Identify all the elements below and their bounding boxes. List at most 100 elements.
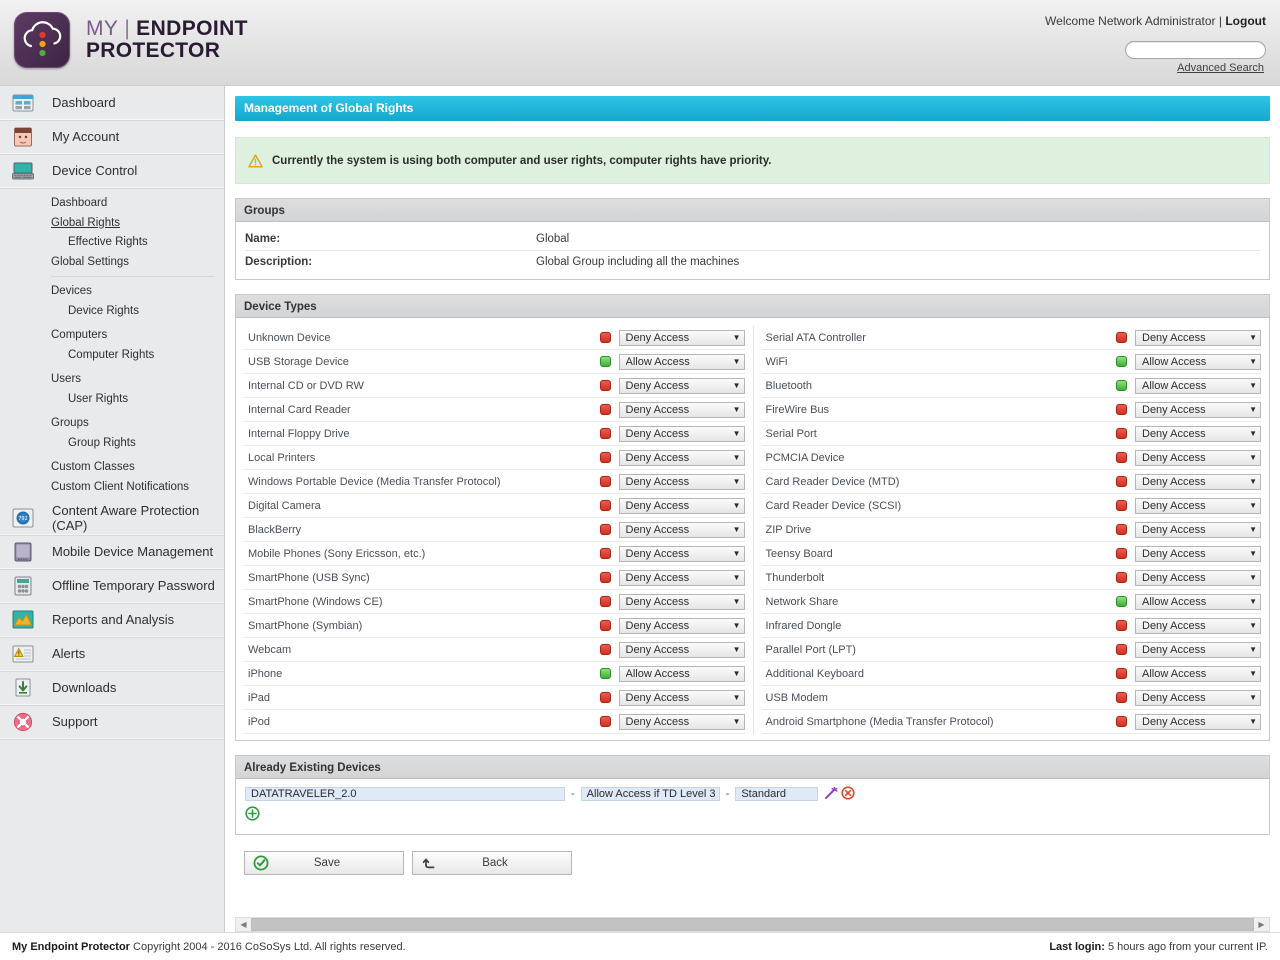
chevron-down-icon[interactable]: ▼ [733,429,741,438]
scroll-right-arrow-icon[interactable]: ▶ [1254,920,1269,929]
save-button[interactable]: Save [244,851,404,875]
access-right-select[interactable]: Deny Access ▼ [618,425,745,442]
access-right-select[interactable]: Deny Access ▼ [618,329,745,346]
add-circle-icon[interactable] [245,806,260,824]
access-right-select[interactable]: Deny Access ▼ [1135,545,1261,562]
sidebar-subitem-global-settings[interactable]: Global Settings [0,253,224,273]
device-name-field[interactable]: DATATRAVELER_2.0 [245,787,565,801]
access-right-select[interactable]: Deny Access ▼ [1135,521,1261,538]
sidebar-subitem-users[interactable]: Users [0,370,224,390]
scrollbar-track[interactable] [251,918,1254,931]
access-right-select[interactable]: Allow Access ▼ [1135,593,1261,610]
access-right-select[interactable]: Deny Access ▼ [618,521,745,538]
chevron-down-icon[interactable]: ▼ [1249,573,1257,582]
chevron-down-icon[interactable]: ▼ [733,381,741,390]
access-right-select[interactable]: Deny Access ▼ [618,593,745,610]
sidebar-subitem-group-rights[interactable]: Group Rights [0,434,224,454]
sidebar-subitem-devices[interactable]: Devices [0,282,224,302]
chevron-down-icon[interactable]: ▼ [1249,333,1257,342]
sidebar-item-dashboard[interactable]: Dashboard [0,86,224,120]
chevron-down-icon[interactable]: ▼ [1249,477,1257,486]
sidebar-item-mobile-device-management[interactable]: Mobile Device Management [0,535,224,570]
access-right-select[interactable]: Allow Access ▼ [618,665,745,682]
chevron-down-icon[interactable]: ▼ [1249,453,1257,462]
access-right-select[interactable]: Deny Access ▼ [1135,641,1261,658]
sidebar-item-offline-temporary-password[interactable]: Offline Temporary Password [0,569,224,604]
chevron-down-icon[interactable]: ▼ [733,333,741,342]
chevron-down-icon[interactable]: ▼ [733,501,741,510]
chevron-down-icon[interactable]: ▼ [733,405,741,414]
chevron-down-icon[interactable]: ▼ [1249,621,1257,630]
sidebar-item-my-account[interactable]: My Account [0,120,224,154]
sidebar-subitem-groups[interactable]: Groups [0,414,224,434]
access-right-select[interactable]: Deny Access ▼ [1135,617,1261,634]
advanced-search-link[interactable]: Advanced Search [1177,62,1264,74]
chevron-down-icon[interactable]: ▼ [1249,501,1257,510]
device-right-field[interactable]: Allow Access if TD Level 3 [580,787,720,801]
access-right-select[interactable]: Deny Access ▼ [618,401,745,418]
chevron-down-icon[interactable]: ▼ [1249,405,1257,414]
access-right-select[interactable]: Allow Access ▼ [1135,665,1261,682]
sidebar-subitem-device-rights[interactable]: Device Rights [0,302,224,322]
chevron-down-icon[interactable]: ▼ [1249,717,1257,726]
chevron-down-icon[interactable]: ▼ [1249,645,1257,654]
sidebar-item-alerts[interactable]: Alerts [0,637,224,672]
sidebar-subitem-dashboard[interactable]: Dashboard [0,194,224,214]
scrollbar-thumb[interactable] [251,918,1254,931]
chevron-down-icon[interactable]: ▼ [733,357,741,366]
chevron-down-icon[interactable]: ▼ [733,693,741,702]
wand-icon[interactable] [824,786,838,803]
search-input[interactable] [1126,42,1280,58]
access-right-select[interactable]: Deny Access ▼ [618,713,745,730]
back-button[interactable]: Back [412,851,572,875]
chevron-down-icon[interactable]: ▼ [733,669,741,678]
sidebar-item-reports-and-analysis[interactable]: Reports and Analysis [0,603,224,638]
scroll-left-arrow-icon[interactable]: ◀ [236,920,251,929]
access-right-select[interactable]: Deny Access ▼ [618,545,745,562]
chevron-down-icon[interactable]: ▼ [733,621,741,630]
delete-icon[interactable] [841,785,855,803]
sidebar-subitem-custom-client-notifications[interactable]: Custom Client Notifications [0,478,224,498]
chevron-down-icon[interactable]: ▼ [733,549,741,558]
access-right-select[interactable]: Deny Access ▼ [1135,449,1261,466]
sidebar-item-device-control[interactable]: Device Control [0,154,224,188]
chevron-down-icon[interactable]: ▼ [1249,525,1257,534]
chevron-down-icon[interactable]: ▼ [733,477,741,486]
access-right-select[interactable]: Deny Access ▼ [618,641,745,658]
access-right-select[interactable]: Deny Access ▼ [618,497,745,514]
access-right-select[interactable]: Deny Access ▼ [1135,689,1261,706]
chevron-down-icon[interactable]: ▼ [733,645,741,654]
chevron-down-icon[interactable]: ▼ [733,453,741,462]
sidebar-subitem-computer-rights[interactable]: Computer Rights [0,346,224,366]
sidebar-item-support[interactable]: Support [0,705,224,740]
sidebar-subitem-user-rights[interactable]: User Rights [0,390,224,410]
access-right-select[interactable]: Deny Access ▼ [1135,473,1261,490]
access-right-select[interactable]: Deny Access ▼ [1135,569,1261,586]
access-right-select[interactable]: Allow Access ▼ [618,353,745,370]
sidebar-item-content-aware-protection[interactable]: 792 Content Aware Protection (CAP) [0,501,224,536]
access-right-select[interactable]: Deny Access ▼ [618,377,745,394]
chevron-down-icon[interactable]: ▼ [1249,597,1257,606]
sidebar-subitem-computers[interactable]: Computers [0,326,224,346]
chevron-down-icon[interactable]: ▼ [733,525,741,534]
chevron-down-icon[interactable]: ▼ [1249,693,1257,702]
access-right-select[interactable]: Deny Access ▼ [618,449,745,466]
chevron-down-icon[interactable]: ▼ [733,597,741,606]
access-right-select[interactable]: Deny Access ▼ [618,473,745,490]
chevron-down-icon[interactable]: ▼ [733,717,741,726]
access-right-select[interactable]: Deny Access ▼ [1135,497,1261,514]
access-right-select[interactable]: Deny Access ▼ [1135,401,1261,418]
chevron-down-icon[interactable]: ▼ [1249,357,1257,366]
sidebar-item-downloads[interactable]: Downloads [0,671,224,706]
access-right-select[interactable]: Deny Access ▼ [618,617,745,634]
access-right-select[interactable]: Deny Access ▼ [618,689,745,706]
sidebar-subitem-global-rights[interactable]: Global Rights [0,214,224,234]
sidebar-subitem-effective-rights[interactable]: Effective Rights [0,233,224,253]
access-right-select[interactable]: Allow Access ▼ [1135,353,1261,370]
chevron-down-icon[interactable]: ▼ [1249,549,1257,558]
access-right-select[interactable]: Deny Access ▼ [1135,713,1261,730]
logout-link[interactable]: Logout [1225,14,1266,28]
access-right-select[interactable]: Allow Access ▼ [1135,377,1261,394]
chevron-down-icon[interactable]: ▼ [733,573,741,582]
access-right-select[interactable]: Deny Access ▼ [1135,425,1261,442]
